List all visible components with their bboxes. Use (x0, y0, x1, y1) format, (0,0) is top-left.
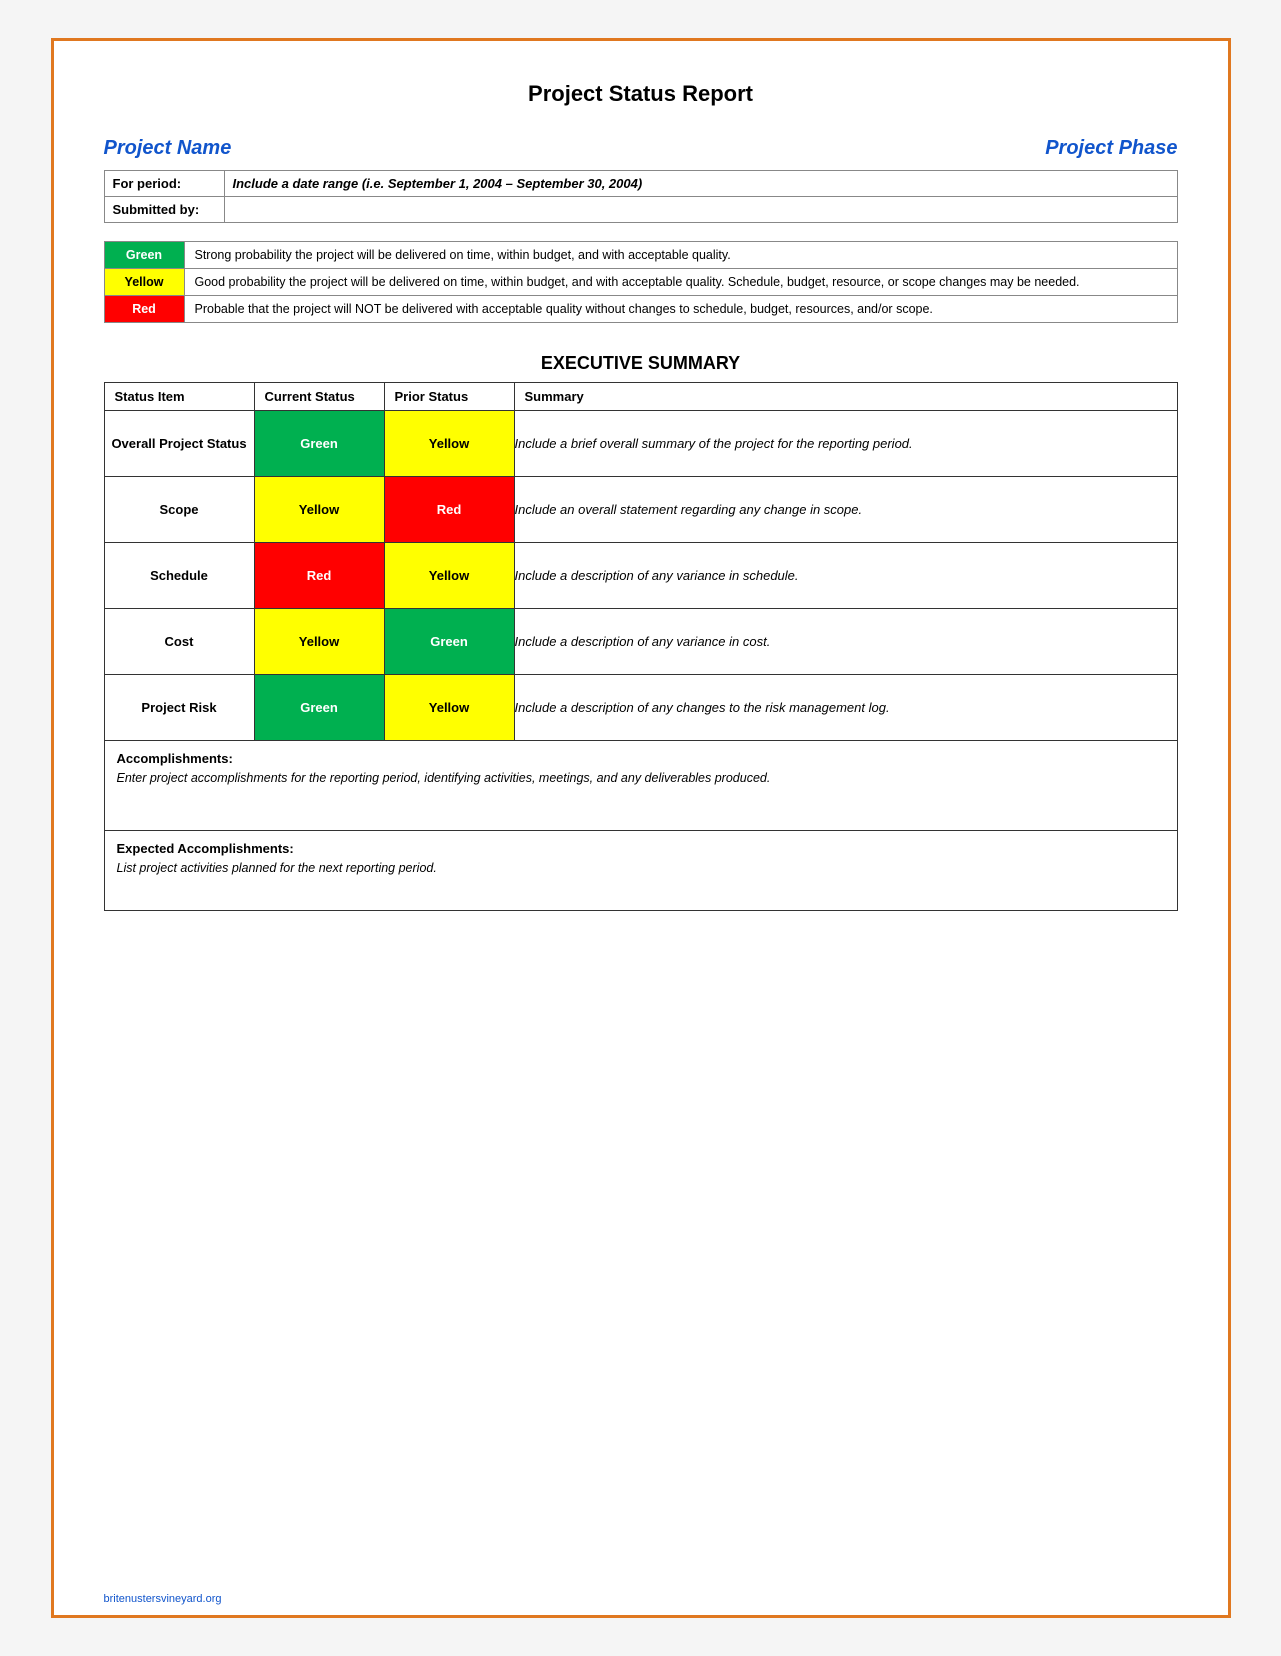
item-cost: Cost (104, 609, 254, 675)
prior-status-overall-color: Yellow (385, 411, 514, 476)
table-row: Project Risk Green Yellow Include a desc… (104, 675, 1177, 741)
col-current-status: Current Status (254, 383, 384, 411)
page-title: Project Status Report (104, 81, 1178, 107)
expected-text: List project activities planned for the … (117, 861, 1165, 875)
for-period-value: Include a date range (i.e. September 1, … (224, 171, 1177, 197)
current-status-scope-color: Yellow (255, 477, 384, 542)
exec-table-header: Status Item Current Status Prior Status … (104, 383, 1177, 411)
prior-status-scope-color: Red (385, 477, 514, 542)
submitted-by-row: Submitted by: (104, 197, 1177, 223)
exec-table: Status Item Current Status Prior Status … (104, 382, 1178, 741)
item-schedule: Schedule (104, 543, 254, 609)
legend-green-label: Green (104, 242, 184, 269)
current-status-overall: Green (254, 411, 384, 477)
legend-yellow-label: Yellow (104, 269, 184, 296)
header-row: Project Name Project Phase (104, 137, 1178, 160)
summary-overall: Include a brief overall summary of the p… (514, 411, 1177, 477)
table-row: Schedule Red Yellow Include a descriptio… (104, 543, 1177, 609)
legend-yellow-desc: Good probability the project will be del… (184, 269, 1177, 296)
col-prior-status: Prior Status (384, 383, 514, 411)
current-status-overall-color: Green (255, 411, 384, 476)
current-status-risk-color: Green (255, 675, 384, 740)
page-wrapper: Project Status Report Project Name Proje… (51, 38, 1231, 1618)
project-phase-label: Project Phase (1045, 137, 1177, 160)
footer-link: britenustersvineyard.org (104, 1593, 222, 1605)
legend-red-label: Red (104, 296, 184, 323)
summary-schedule: Include a description of any variance in… (514, 543, 1177, 609)
prior-status-schedule: Yellow (384, 543, 514, 609)
summary-cost: Include a description of any variance in… (514, 609, 1177, 675)
accomplishments-text: Enter project accomplishments for the re… (117, 771, 1165, 785)
info-table: For period: Include a date range (i.e. S… (104, 170, 1178, 223)
legend-yellow-row: Yellow Good probability the project will… (104, 269, 1177, 296)
summary-risk: Include a description of any changes to … (514, 675, 1177, 741)
current-status-risk: Green (254, 675, 384, 741)
prior-status-risk: Yellow (384, 675, 514, 741)
for-period-label: For period: (104, 171, 224, 197)
prior-status-cost: Green (384, 609, 514, 675)
prior-status-risk-color: Yellow (385, 675, 514, 740)
item-project-risk: Project Risk (104, 675, 254, 741)
expected-section: Expected Accomplishments: List project a… (104, 831, 1178, 911)
prior-status-overall: Yellow (384, 411, 514, 477)
submitted-by-label: Submitted by: (104, 197, 224, 223)
current-status-scope: Yellow (254, 477, 384, 543)
summary-scope: Include an overall statement regarding a… (514, 477, 1177, 543)
for-period-row: For period: Include a date range (i.e. S… (104, 171, 1177, 197)
item-scope: Scope (104, 477, 254, 543)
footer: britenustersvineyard.org (104, 1593, 222, 1605)
accomplishments-section: Accomplishments: Enter project accomplis… (104, 741, 1178, 831)
project-name-label: Project Name (104, 137, 232, 160)
expected-title: Expected Accomplishments: (117, 841, 1165, 856)
col-summary: Summary (514, 383, 1177, 411)
table-row: Cost Yellow Green Include a description … (104, 609, 1177, 675)
col-status-item: Status Item (104, 383, 254, 411)
accomplishments-title: Accomplishments: (117, 751, 1165, 766)
prior-status-schedule-color: Yellow (385, 543, 514, 608)
legend-table: Green Strong probability the project wil… (104, 241, 1178, 323)
exec-summary-title: EXECUTIVE SUMMARY (104, 353, 1178, 374)
item-overall-project: Overall Project Status (104, 411, 254, 477)
legend-red-desc: Probable that the project will NOT be de… (184, 296, 1177, 323)
submitted-by-value (224, 197, 1177, 223)
legend-red-row: Red Probable that the project will NOT b… (104, 296, 1177, 323)
table-row: Overall Project Status Green Yellow Incl… (104, 411, 1177, 477)
prior-status-scope: Red (384, 477, 514, 543)
legend-green-row: Green Strong probability the project wil… (104, 242, 1177, 269)
legend-green-desc: Strong probability the project will be d… (184, 242, 1177, 269)
current-status-cost: Yellow (254, 609, 384, 675)
current-status-cost-color: Yellow (255, 609, 384, 674)
table-row: Scope Yellow Red Include an overall stat… (104, 477, 1177, 543)
prior-status-cost-color: Green (385, 609, 514, 674)
current-status-schedule-color: Red (255, 543, 384, 608)
current-status-schedule: Red (254, 543, 384, 609)
